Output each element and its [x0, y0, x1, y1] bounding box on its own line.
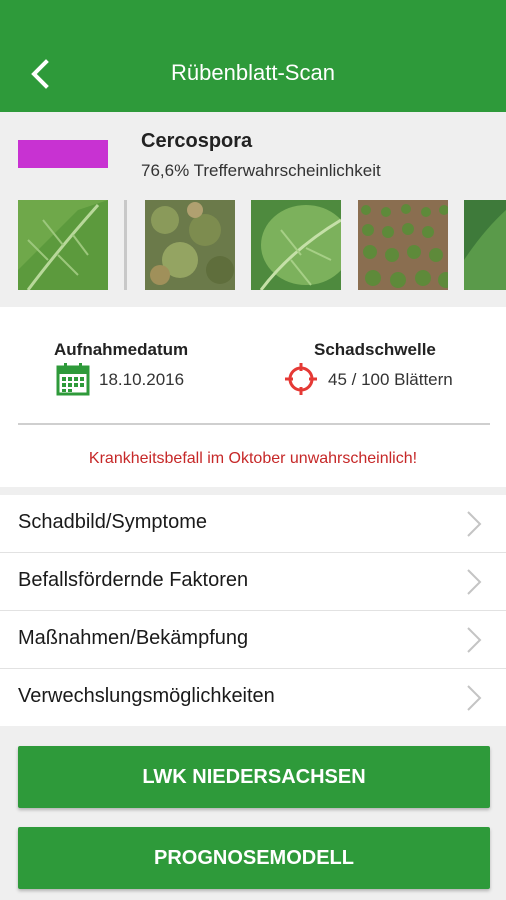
menu-item-label: Maßnahmen/Bekämpfung [18, 627, 249, 649]
damage-threshold-label: Schadschwelle [314, 340, 436, 359]
menu-item-measures[interactable]: Maßnahmen/Bekämpfung [0, 611, 506, 668]
reference-photo-thumbnail[interactable] [145, 200, 235, 290]
menu-item-factors[interactable]: Befallsfördernde Faktoren [0, 553, 506, 610]
app-bar: Rübenblatt-Scan [0, 0, 506, 112]
infestation-warning: Krankheitsbefall im Oktober unwahrschein… [88, 450, 418, 467]
menu-item-symptoms[interactable]: Schadbild/Symptome [0, 495, 506, 552]
chevron-right-icon [467, 685, 482, 711]
divider [18, 423, 490, 425]
chevron-right-icon [467, 569, 482, 595]
menu-item-label: Verwechslungsmöglichkeiten [18, 685, 275, 707]
capture-date-value: 18.10.2016 [99, 370, 185, 389]
reference-photo-thumbnail[interactable] [358, 200, 448, 290]
menu-item-confusion[interactable]: Verwechslungsmöglichkeiten [0, 669, 506, 726]
prognosis-model-button[interactable]: PROGNOSEMODELL [18, 827, 490, 889]
page-title: Rübenblatt-Scan [171, 60, 335, 85]
lwk-niedersachsen-button[interactable]: LWK NIEDERSACHSEN [18, 746, 490, 808]
reference-photo-thumbnail[interactable] [251, 200, 341, 290]
reference-photo-thumbnail[interactable] [464, 200, 506, 290]
menu-item-label: Befallsfördernde Faktoren [18, 569, 249, 591]
disease-color-marker [18, 140, 108, 168]
calendar-icon [56, 363, 90, 396]
match-probability: 76,6% Trefferwahrscheinlichkeit [141, 161, 381, 180]
chevron-right-icon [467, 511, 482, 537]
chevron-right-icon [467, 627, 482, 653]
scan-photo-thumbnail[interactable] [18, 200, 108, 290]
menu-item-label: Schadbild/Symptome [18, 511, 207, 533]
thumbnail-divider [124, 200, 127, 290]
capture-date-label: Aufnahmedatum [54, 340, 189, 359]
damage-threshold-value: 45 / 100 Blättern [328, 370, 453, 389]
target-icon [285, 363, 317, 395]
disease-name: Cercospora [141, 130, 253, 152]
